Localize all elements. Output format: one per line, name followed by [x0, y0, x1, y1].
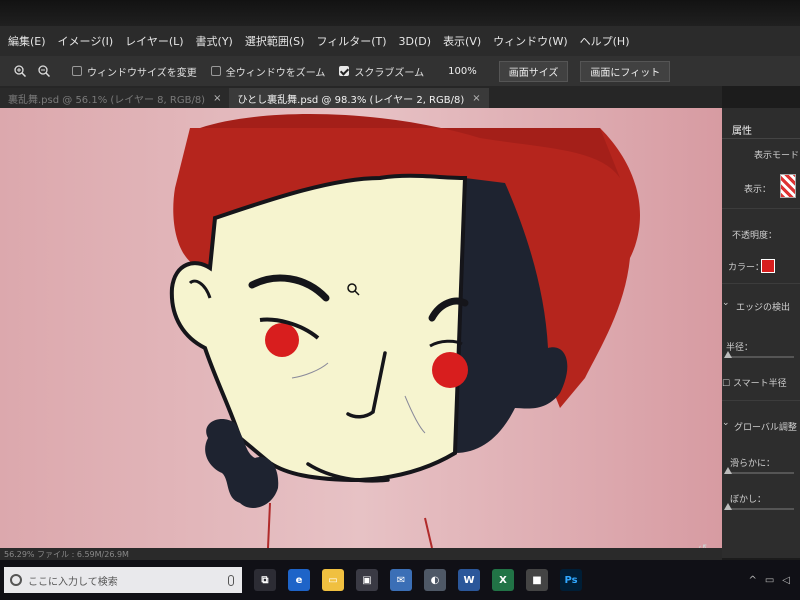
display-mode-label: 表示モード — [754, 151, 800, 161]
panel-divider — [722, 138, 800, 139]
tab-document-1[interactable]: 裏乱舞.psd @ 56.1% (レイヤー 8, RGB/8) × — [0, 88, 230, 108]
radius-slider[interactable] — [726, 356, 794, 358]
menu-filter[interactable]: フィルター(T) — [316, 33, 386, 49]
scrubby-zoom-checkbox[interactable]: スクラブズーム — [339, 64, 424, 79]
resize-windows-label: ウィンドウサイズを変更 — [87, 67, 197, 79]
menu-view[interactable]: 表示(V) — [443, 33, 481, 49]
windows-taskbar: ここに入力して検索 ⧉ e ▭ ▣ ✉ ◐ W X ■ Ps ^ ▭ ◁ — [0, 560, 800, 600]
network-icon[interactable]: ▭ — [765, 575, 774, 586]
panel-divider — [722, 283, 800, 284]
menu-3d[interactable]: 3D(D) — [399, 35, 432, 48]
smooth-slider[interactable] — [726, 472, 794, 474]
feather-slider[interactable] — [726, 508, 794, 510]
mail-icon[interactable]: ✉ — [390, 569, 412, 591]
feather-slider-knob[interactable] — [724, 503, 732, 510]
smooth-label: 滑らかに： — [730, 459, 776, 469]
tab-properties[interactable]: 属性 — [732, 122, 752, 137]
zoom-100-button[interactable]: 100% — [438, 63, 487, 80]
chevron-up-icon[interactable]: ^ — [748, 575, 756, 586]
file-explorer-icon[interactable]: ▭ — [322, 569, 344, 591]
smooth-slider-knob[interactable] — [724, 467, 732, 474]
store-icon[interactable]: ▣ — [356, 569, 378, 591]
menu-layer[interactable]: レイヤー(L) — [125, 33, 183, 49]
illustration — [0, 108, 722, 548]
zoom-all-checkbox[interactable]: 全ウィンドウをズーム — [210, 64, 326, 79]
color-label: カラー： — [728, 263, 765, 273]
resize-windows-checkbox[interactable]: ウィンドウサイズを変更 — [72, 64, 197, 79]
radius-slider-knob[interactable] — [724, 351, 732, 358]
tab-label: ひとし裏乱舞.psd @ 98.3% (レイヤー 2, RGB/8) — [237, 94, 465, 106]
app-icon[interactable]: ■ — [526, 569, 548, 591]
display-label: 表示： — [744, 185, 772, 195]
edge-browser-icon[interactable]: e — [288, 569, 310, 591]
fill-screen-button[interactable]: 画面にフィット — [580, 60, 671, 82]
zoom-out-icon[interactable] — [38, 65, 50, 77]
mask-color-swatch[interactable] — [761, 259, 775, 273]
taskbar-search-input[interactable]: ここに入力して検索 — [4, 567, 242, 593]
opacity-label: 不透明度： — [732, 231, 778, 241]
search-placeholder: ここに入力して検索 — [28, 576, 118, 588]
feather-label: ぼかし： — [730, 495, 767, 505]
photoshop-icon[interactable]: Ps — [560, 569, 582, 591]
excel-icon[interactable]: X — [492, 569, 514, 591]
document-canvas[interactable] — [0, 108, 722, 548]
system-tray: ^ ▭ ◁ — [748, 575, 790, 586]
menu-help[interactable]: ヘルプ(H) — [580, 33, 630, 49]
smart-radius-label: スマート半径 — [732, 379, 787, 389]
menu-image[interactable]: イメージ(I) — [58, 33, 114, 49]
chevron-down-icon[interactable]: ⌄ — [722, 418, 730, 428]
document-tabs: 裏乱舞.psd @ 56.1% (レイヤー 8, RGB/8) × ひとし裏乱舞… — [0, 86, 722, 108]
smart-radius-checkbox[interactable]: ☐ スマート半径 — [722, 376, 787, 389]
menu-edit[interactable]: 編集(E) — [8, 33, 46, 49]
view-mode-thumbnail[interactable] — [780, 174, 796, 198]
scrubby-zoom-label: スクラブズーム — [354, 67, 425, 79]
menu-window[interactable]: ウィンドウ(W) — [493, 33, 567, 49]
options-bar: ウィンドウサイズを変更 全ウィンドウをズーム スクラブズーム 100% 画面サイ… — [0, 56, 800, 86]
word-icon[interactable]: W — [458, 569, 480, 591]
properties-panel: 属性 表示モード 表示： 不透明度： カラー： ⌄ エッジの検出 半径： ☐ ス… — [698, 108, 800, 558]
status-text: 56.29% ファイル : 6.59M/26.9M — [4, 549, 129, 559]
photos-icon[interactable]: ◐ — [424, 569, 446, 591]
zoom-in-icon[interactable] — [14, 65, 26, 77]
chevron-down-icon[interactable]: ⌄ — [722, 298, 730, 308]
tab-close-icon[interactable]: × — [213, 93, 221, 104]
menu-select[interactable]: 選択範囲(S) — [245, 33, 305, 49]
tab-label: 裏乱舞.psd @ 56.1% (レイヤー 8, RGB/8) — [8, 94, 206, 106]
task-view-icon[interactable]: ⧉ — [254, 569, 276, 591]
zoom-all-label: 全ウィンドウをズーム — [225, 67, 326, 79]
panel-divider — [722, 208, 800, 209]
right-cheek — [432, 352, 468, 388]
edge-detect-header[interactable]: エッジの検出 — [736, 300, 790, 313]
status-bar: 56.29% ファイル : 6.59M/26.9M — [0, 548, 722, 560]
tab-close-icon[interactable]: × — [472, 93, 480, 104]
checkbox-icon — [210, 66, 221, 76]
menu-bar: 編集(E) イメージ(I) レイヤー(L) 書式(Y) 選択範囲(S) フィルタ… — [0, 26, 800, 56]
global-adjust-header[interactable]: グローバル調整 — [734, 420, 797, 433]
checkbox-icon — [72, 66, 82, 76]
menu-type[interactable]: 書式(Y) — [196, 33, 233, 49]
fit-screen-button[interactable]: 画面サイズ — [498, 60, 569, 82]
search-circle-icon — [10, 574, 22, 586]
volume-icon[interactable]: ◁ — [782, 575, 790, 586]
checkbox-checked-icon — [339, 66, 350, 76]
tab-document-2[interactable]: ひとし裏乱舞.psd @ 98.3% (レイヤー 2, RGB/8) × — [229, 88, 489, 108]
microphone-icon[interactable] — [228, 574, 234, 586]
panel-divider — [722, 400, 800, 401]
screen-bezel — [0, 0, 800, 26]
left-eye — [265, 323, 299, 357]
